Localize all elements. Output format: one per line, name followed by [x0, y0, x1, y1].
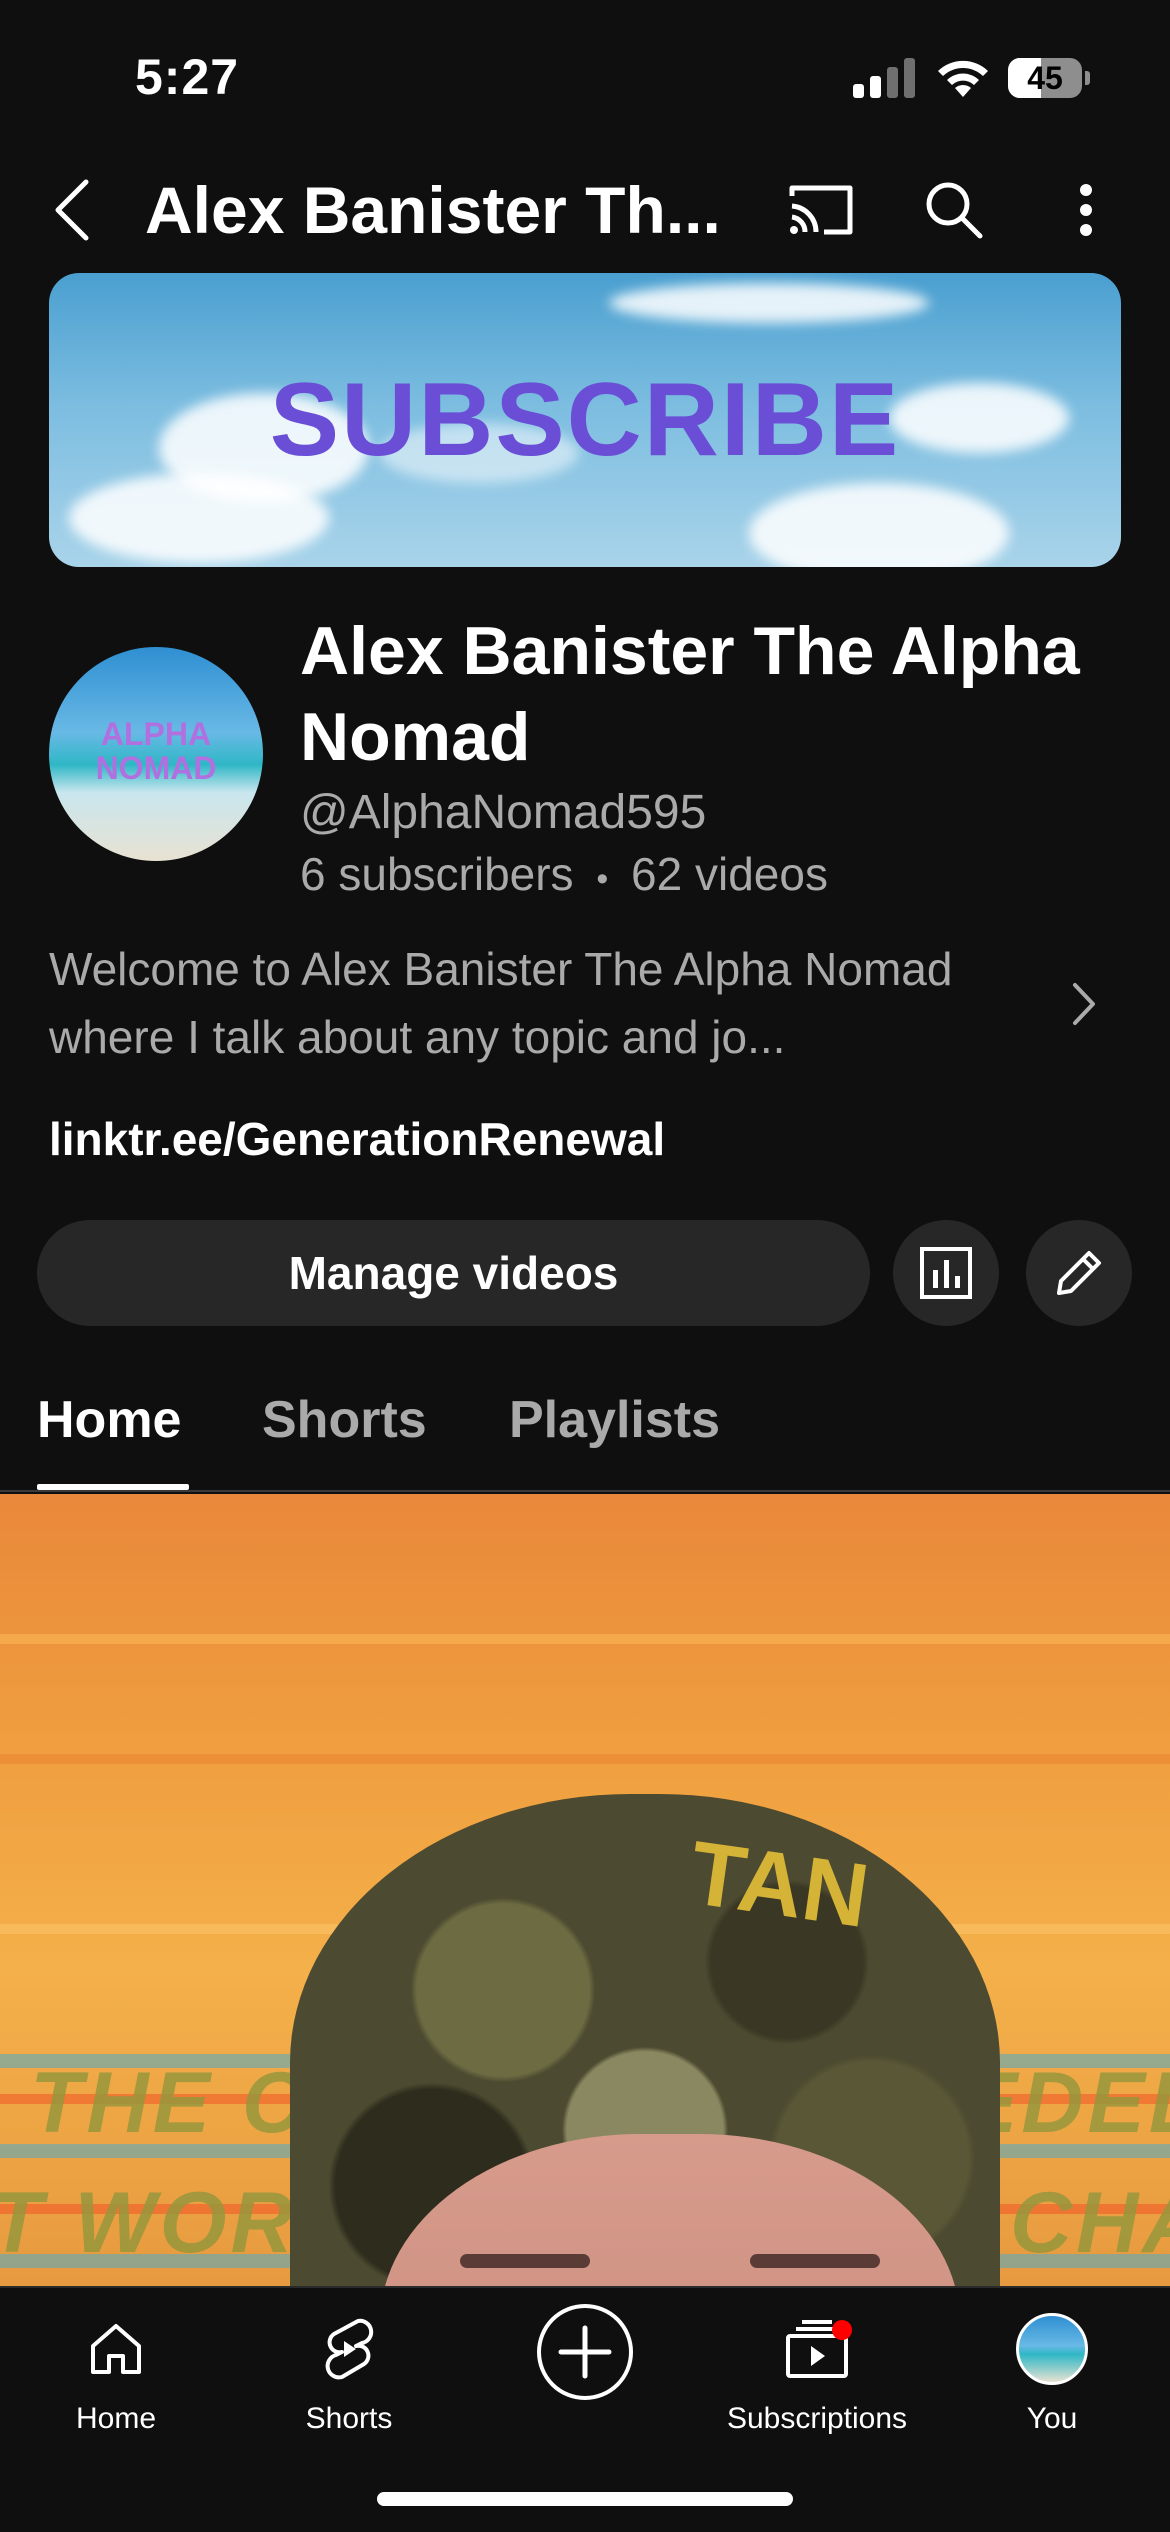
edit-icon[interactable] [1026, 1220, 1132, 1326]
subscriber-count: 6 subscribers [300, 848, 574, 900]
youtube-channel-page: 5:27 45 Alex Banister Th... SUBSCRIBE AL… [0, 0, 1170, 2532]
tab-shorts[interactable]: Shorts [262, 1390, 427, 1450]
channel-link[interactable]: linktr.ee/GenerationRenewal [49, 1112, 665, 1166]
banner-text: SUBSCRIBE [269, 362, 901, 478]
shorts-icon [249, 2314, 449, 2384]
analytics-icon[interactable] [893, 1220, 999, 1326]
nav-home[interactable]: Home [16, 2306, 216, 2446]
status-time: 5:27 [135, 49, 240, 105]
avatar-text-line1: ALPHA [100, 716, 212, 752]
back-icon[interactable] [40, 172, 104, 248]
nav-subscriptions-label: Subscriptions [726, 2402, 908, 2435]
video-count: 62 videos [631, 848, 828, 900]
featured-video[interactable]: THE CA EDED T WORLD CHA TAN [0, 1494, 1170, 2286]
top-app-bar: Alex Banister Th... [0, 150, 1170, 270]
battery-indicator: 45 [1008, 58, 1090, 98]
cellular-signal-icon [853, 58, 915, 98]
you-avatar-wrap [952, 2313, 1152, 2385]
chevron-right-icon [1071, 981, 1111, 1031]
avatar-text: ALPHA NOMAD [49, 717, 263, 785]
nav-you[interactable]: You [952, 2306, 1152, 2446]
battery-level: 45 [1027, 60, 1063, 96]
status-bar: 5:27 45 [0, 0, 1170, 150]
tab-home[interactable]: Home [37, 1390, 181, 1450]
manage-videos-button[interactable]: Manage videos [37, 1220, 870, 1326]
channel-stats: 6 subscribers • 62 videos [300, 847, 828, 901]
nav-subscriptions-item[interactable]: Subscriptions [717, 2306, 917, 2446]
channel-description[interactable]: Welcome to Alex Banister The Alpha Nomad… [49, 935, 1121, 1075]
description-text: Welcome to Alex Banister The Alpha Nomad… [49, 943, 953, 1063]
avatar [1016, 2313, 1088, 2385]
channel-tabs: Home Shorts Playlists [0, 1360, 1170, 1492]
tab-playlists[interactable]: Playlists [509, 1390, 720, 1450]
subscriptions-icon [717, 2314, 917, 2384]
more-vert-icon[interactable] [1048, 172, 1124, 248]
channel-name: Alex Banister The Alpha Nomad [300, 613, 1080, 775]
active-tab-indicator [37, 1484, 189, 1490]
channel-handle: @AlphaNomad595 [300, 786, 707, 839]
nav-shorts[interactable]: Shorts [249, 2306, 449, 2446]
home-icon [16, 2314, 216, 2384]
channel-avatar[interactable]: ALPHA NOMAD [49, 647, 263, 861]
cast-icon[interactable] [783, 172, 859, 248]
channel-banner: SUBSCRIBE [49, 273, 1121, 567]
nav-shorts-label: Shorts [305, 2402, 393, 2435]
nav-you-label: You [1026, 2402, 1078, 2435]
search-icon[interactable] [916, 172, 992, 248]
app-bar-title: Alex Banister Th... [145, 173, 721, 247]
overlay-text-4: CHA [1010, 2175, 1170, 2271]
nav-home-label: Home [75, 2402, 157, 2435]
create-icon [535, 2302, 635, 2407]
create-button[interactable] [535, 2302, 635, 2402]
avatar-text-line2: NOMAD [95, 750, 217, 786]
stats-separator: • [596, 860, 609, 898]
wifi-icon [935, 55, 991, 99]
home-indicator [377, 2492, 793, 2506]
